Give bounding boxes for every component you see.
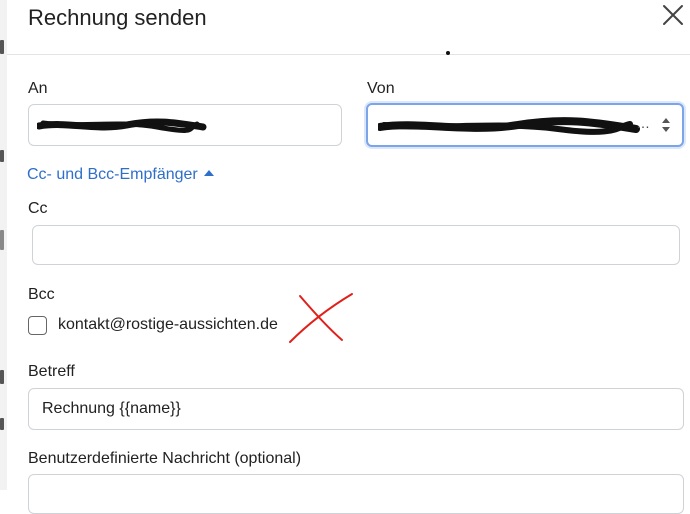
from-label: Von	[367, 80, 395, 97]
cc-field[interactable]	[32, 225, 680, 265]
redaction-scribble	[378, 117, 640, 135]
message-field[interactable]	[28, 474, 684, 514]
to-label: An	[28, 80, 48, 97]
background-text-fragment	[0, 40, 4, 54]
background-page-edge	[0, 0, 7, 490]
select-arrows-icon	[662, 118, 670, 132]
bcc-checkbox[interactable]	[28, 316, 47, 335]
subject-field[interactable]: Rechnung {{name}}	[28, 388, 684, 430]
background-text-fragment	[0, 370, 4, 384]
background-text-fragment	[0, 230, 4, 250]
red-x-annotation	[289, 293, 353, 343]
stray-dot	[446, 51, 450, 55]
background-text-fragment	[0, 418, 4, 430]
dialog-header: Rechnung senden	[7, 0, 690, 55]
cc-bcc-toggle-link[interactable]: Cc- und Bcc-Empfänger	[27, 166, 214, 184]
redaction-scribble	[37, 118, 207, 133]
bcc-label: Bcc	[28, 286, 55, 303]
send-invoice-dialog: Rechnung senden An Von … Cc- und Bcc-Emp…	[7, 0, 690, 514]
subject-field-value: Rechnung {{name}}	[42, 400, 181, 417]
dialog-title: Rechnung senden	[28, 5, 207, 30]
bcc-option-label: kontakt@rostige-aussichten.de	[58, 316, 278, 333]
to-field[interactable]	[28, 104, 342, 146]
cc-label: Cc	[28, 200, 48, 217]
from-select[interactable]: …	[366, 103, 684, 147]
message-label: Benutzerdefinierte Nachricht (optional)	[28, 450, 302, 467]
from-select-ellipsis: …	[636, 115, 650, 131]
subject-label: Betreff	[28, 363, 75, 380]
close-icon[interactable]	[662, 4, 684, 26]
cc-bcc-toggle-label: Cc- und Bcc-Empfänger	[27, 166, 198, 183]
caret-up-icon	[203, 170, 214, 176]
background-text-fragment	[0, 150, 4, 162]
